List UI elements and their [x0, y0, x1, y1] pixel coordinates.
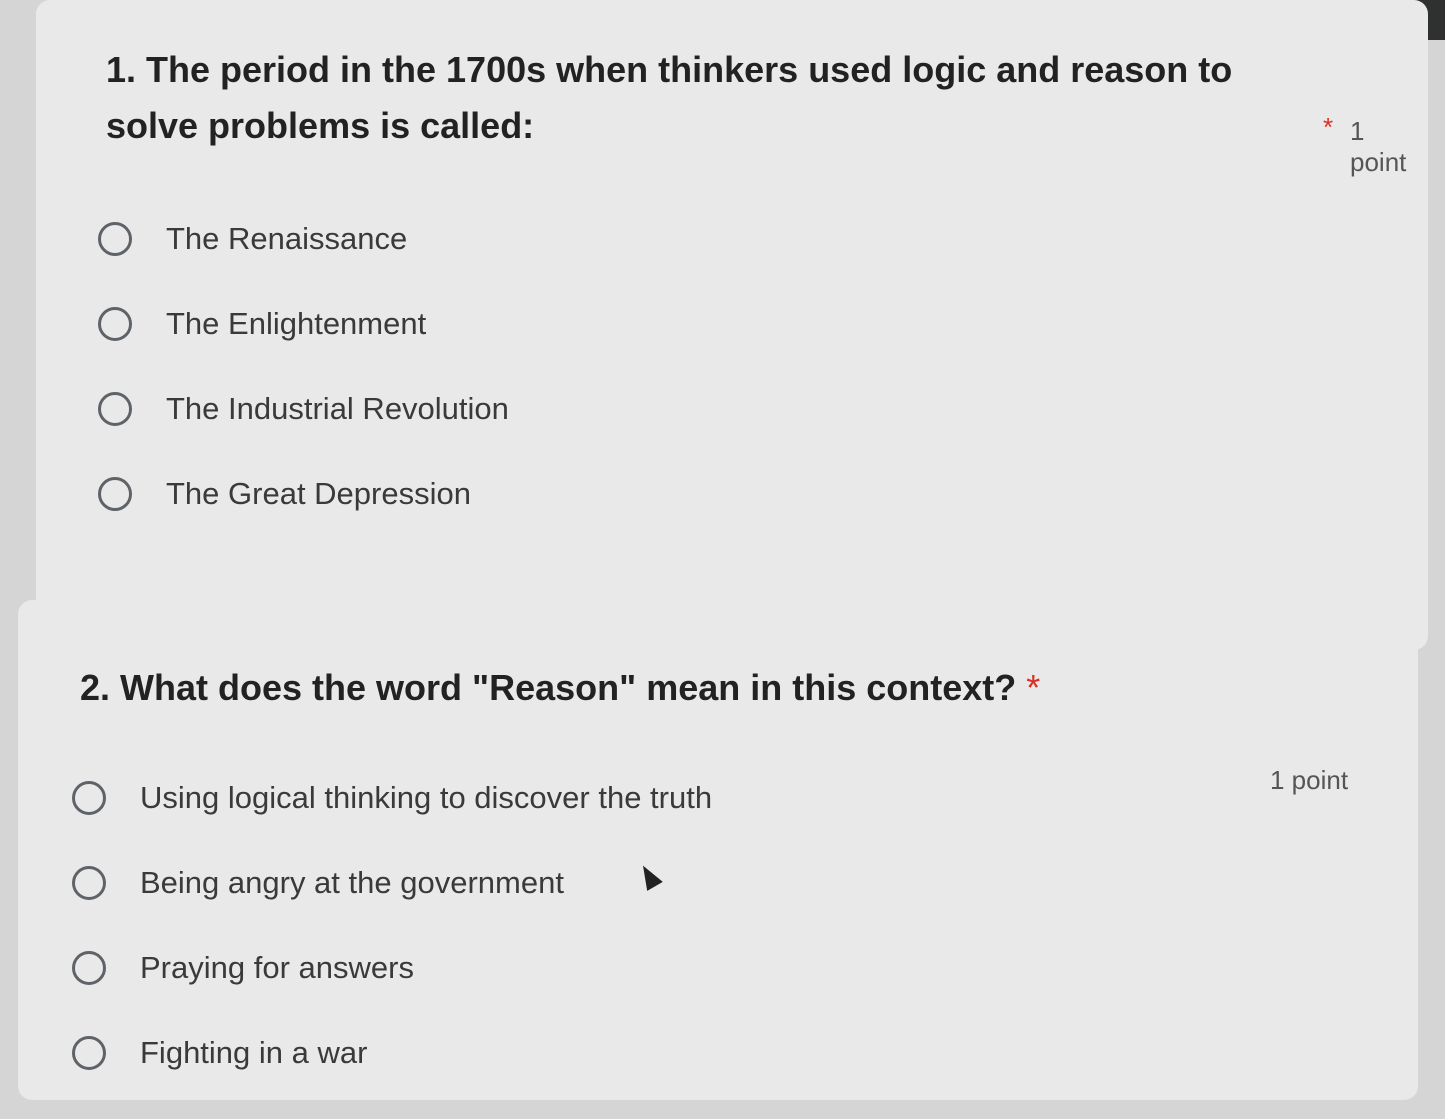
question-2-option-3[interactable]: Praying for answers	[72, 925, 712, 1010]
option-label: The Great Depression	[166, 475, 471, 511]
question-1-option-1[interactable]: The Renaissance	[98, 196, 509, 281]
question-1-options: The Renaissance The Enlightenment The In…	[98, 196, 509, 536]
question-2-points: 1 point	[1270, 765, 1349, 795]
radio-unchecked-icon[interactable]	[98, 476, 132, 511]
radio-unchecked-icon[interactable]	[72, 865, 106, 900]
question-1-points: 1 point	[1350, 116, 1407, 177]
question-1-option-3[interactable]: The Industrial Revolution	[98, 366, 509, 451]
question-1-title-text: 1. The period in the 1700s when thinkers…	[106, 49, 1233, 146]
question-1-required-star: *	[1323, 112, 1334, 142]
question-2-title: 2. What does the word "Reason" mean in t…	[80, 660, 1080, 716]
question-1-option-2[interactable]: The Enlightenment	[98, 281, 509, 366]
question-card-1: 1. The period in the 1700s when thinkers…	[36, 0, 1428, 650]
radio-unchecked-icon[interactable]	[98, 391, 132, 426]
question-1-title: 1. The period in the 1700s when thinkers…	[106, 42, 1256, 154]
option-label: Praying for answers	[140, 949, 414, 985]
question-2-option-4[interactable]: Fighting in a war	[72, 1010, 712, 1095]
radio-unchecked-icon[interactable]	[72, 1035, 106, 1070]
question-2-option-1[interactable]: Using logical thinking to discover the t…	[72, 755, 712, 840]
question-card-2: 2. What does the word "Reason" mean in t…	[18, 600, 1418, 1100]
radio-unchecked-icon[interactable]	[98, 306, 132, 341]
option-label: The Enlightenment	[166, 305, 427, 341]
question-2-required-star: *	[1026, 667, 1041, 708]
question-1-option-4[interactable]: The Great Depression	[98, 451, 509, 536]
question-2-title-text: 2. What does the word "Reason" mean in t…	[80, 667, 1017, 708]
option-label: The Renaissance	[166, 220, 408, 256]
radio-unchecked-icon[interactable]	[72, 780, 106, 815]
question-2-option-2[interactable]: Being angry at the government	[72, 840, 712, 925]
option-label: Using logical thinking to discover the t…	[140, 779, 713, 815]
option-label: Fighting in a war	[140, 1034, 368, 1070]
radio-unchecked-icon[interactable]	[98, 221, 132, 256]
radio-unchecked-icon[interactable]	[72, 950, 106, 985]
question-2-options: Using logical thinking to discover the t…	[72, 755, 712, 1095]
option-label: The Industrial Revolution	[166, 390, 509, 426]
option-label: Being angry at the government	[140, 864, 564, 900]
